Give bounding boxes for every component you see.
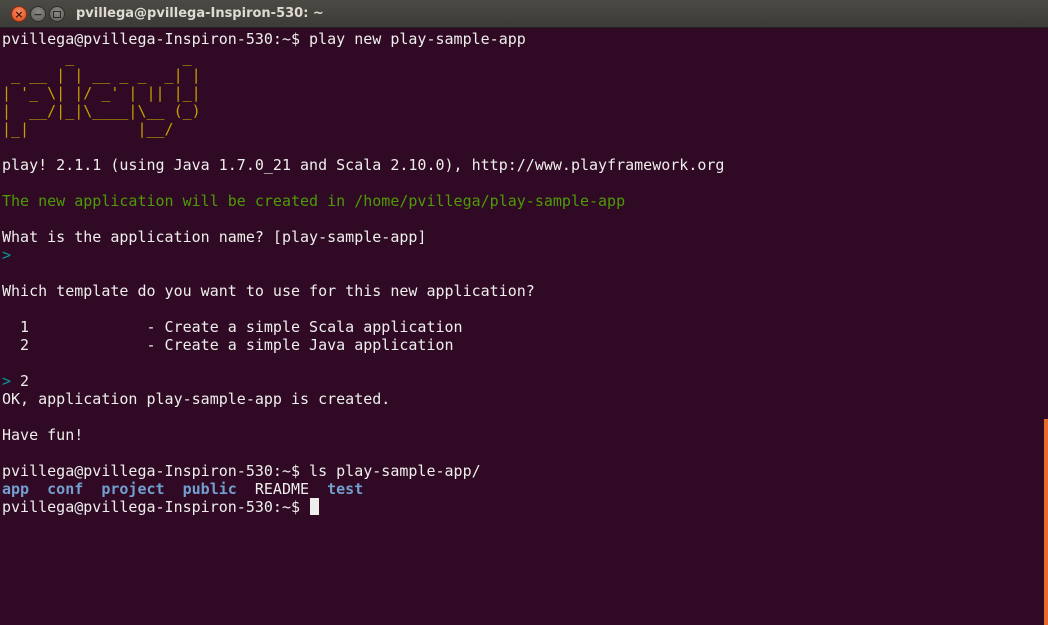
ls-command-line: pvillega@pvillega-Inspiron-530:~$ ls pla…	[2, 462, 481, 480]
ascii-logo-line: _ __ | | __ _ _ _| |	[2, 66, 201, 84]
dir-entry-project: project	[101, 480, 165, 498]
title-bar[interactable]: × − pvillega@pvillega-Inspiron-530: ~	[0, 0, 1048, 28]
window-title: pvillega@pvillega-Inspiron-530: ~	[76, 6, 324, 21]
success-message: OK, application play-sample-app is creat…	[2, 390, 391, 408]
minimize-window-button[interactable]: −	[30, 6, 46, 22]
ls-output: app conf project public README test	[2, 480, 1038, 498]
maximize-icon	[53, 11, 61, 18]
command-line: pvillega@pvillega-Inspiron-530:~$ play n…	[2, 30, 526, 48]
dir-entry-app: app	[2, 480, 30, 498]
file-entry-readme: README	[254, 480, 310, 498]
ascii-logo-line: | '_ \| |/ _' | || |_|	[2, 84, 201, 102]
ascii-logo-line: |_| |__/	[2, 120, 174, 138]
minimize-icon: −	[33, 8, 43, 21]
dir-entry-public: public	[182, 480, 237, 498]
close-window-button[interactable]: ×	[11, 6, 27, 22]
ascii-logo-line: | __/|_|\____|\__ (_)	[2, 102, 201, 120]
shell-prompt: pvillega@pvillega-Inspiron-530:~$	[2, 498, 310, 516]
terminal-window: × − pvillega@pvillega-Inspiron-530: ~ pv…	[0, 0, 1048, 625]
template-option-java: 2 - Create a simple Java application	[2, 336, 454, 354]
app-name-question: What is the application name? [play-samp…	[2, 228, 427, 246]
maximize-window-button[interactable]	[49, 6, 65, 22]
template-question: Which template do you want to use for th…	[2, 282, 535, 300]
current-prompt-line[interactable]: pvillega@pvillega-Inspiron-530:~$	[2, 498, 1038, 516]
dir-entry-test: test	[327, 480, 364, 498]
have-fun-message: Have fun!	[2, 426, 84, 444]
dir-entry-conf: conf	[47, 480, 84, 498]
text-cursor	[310, 498, 320, 515]
scrollbar[interactable]	[1042, 29, 1048, 625]
terminal-output[interactable]: pvillega@pvillega-Inspiron-530:~$ play n…	[2, 30, 1038, 516]
template-option-scala: 1 - Create a simple Scala application	[2, 318, 463, 336]
ascii-logo-line: _ _	[2, 48, 192, 66]
scrollbar-thumb[interactable]	[1044, 419, 1048, 625]
input-prompt: >	[2, 246, 12, 264]
template-answer-line: > 2	[2, 372, 1038, 390]
version-line: play! 2.1.1 (using Java 1.7.0_21 and Sca…	[2, 156, 725, 174]
input-prompt: >	[2, 372, 12, 390]
close-icon: ×	[14, 8, 24, 21]
template-answer: 2	[11, 372, 30, 390]
creation-notice: The new application will be created in /…	[2, 192, 626, 210]
